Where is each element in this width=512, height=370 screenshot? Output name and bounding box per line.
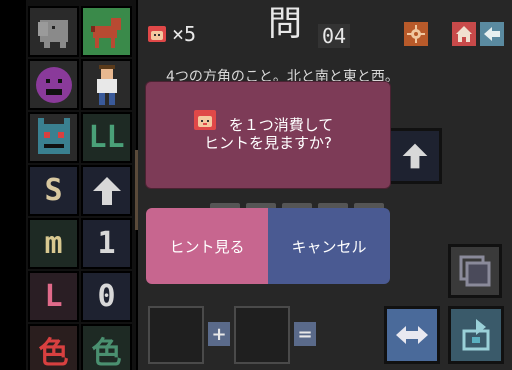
arrow-up-icon: [92, 176, 121, 205]
tile-label: 1: [97, 226, 116, 261]
person-icon: [96, 64, 117, 105]
home-icon: [456, 26, 472, 42]
tile-smiley[interactable]: [28, 59, 79, 110]
question-label: 問: [268, 4, 302, 44]
question-number: 04: [318, 24, 351, 48]
tile-monster[interactable]: [28, 112, 79, 163]
tile-label: LL: [88, 120, 125, 155]
equals-sign: =: [294, 322, 316, 346]
tile-s[interactable]: S: [28, 165, 79, 216]
dialog-line-1: を１つ消費して: [228, 116, 334, 134]
tile-1[interactable]: 1: [81, 218, 132, 269]
tile-color-red[interactable]: 色: [28, 324, 79, 370]
back-button[interactable]: [480, 22, 504, 46]
operand-slot-1[interactable]: [148, 306, 204, 364]
home-button[interactable]: [452, 22, 476, 46]
dialog-line-2: ヒントを見ますか?: [204, 134, 332, 152]
swap-button[interactable]: [384, 306, 440, 364]
tile-elephant[interactable]: [28, 6, 79, 57]
show-hint-button[interactable]: ヒント見る: [146, 208, 268, 284]
settings-button[interactable]: [404, 22, 428, 46]
answer-tile-arrow[interactable]: [388, 128, 442, 184]
operand-slot-2[interactable]: [234, 306, 290, 364]
reset-icon: [462, 319, 490, 351]
horse-icon: [90, 17, 121, 48]
arrow-up-icon: [402, 143, 428, 169]
arrow-left-icon: [484, 27, 500, 41]
hint-count: ×5: [172, 22, 197, 46]
tile-label: S: [44, 173, 63, 208]
monster-icon: [37, 117, 70, 154]
hint-dialog: を１つ消費して ヒントを見ますか?: [146, 82, 390, 188]
reset-button[interactable]: [448, 306, 504, 364]
gear-icon: [407, 25, 425, 43]
tile-m[interactable]: m: [28, 218, 79, 269]
tile-l[interactable]: L: [28, 271, 79, 322]
tile-horse[interactable]: [81, 6, 132, 57]
dialog-buttons: ヒント見る キャンセル: [146, 208, 390, 284]
tile-person[interactable]: [81, 59, 132, 110]
game-screen: LL S m 1 L 0 色 色 ×5 問 04 4つの方角のこと。北と南と東と…: [0, 0, 512, 370]
smiley-icon: [35, 66, 72, 103]
hint-ticket-icon: [148, 26, 166, 42]
tile-label: 0: [97, 279, 116, 314]
tile-label: 色: [91, 335, 122, 370]
tile-arrow-up[interactable]: [81, 165, 132, 216]
tile-0[interactable]: 0: [81, 271, 132, 322]
elephant-icon: [37, 19, 68, 48]
plus-sign: +: [208, 322, 230, 346]
tile-label: 色: [38, 335, 69, 370]
dialog-message: を１つ消費して ヒントを見ますか?: [146, 116, 390, 152]
tile-label: L: [44, 279, 63, 314]
header-bar: ×5 問 04: [138, 0, 512, 58]
tile-ll[interactable]: LL: [81, 112, 132, 163]
copy-button[interactable]: [448, 244, 502, 298]
copy-icon: [459, 255, 491, 287]
tile-color-green[interactable]: 色: [81, 324, 132, 370]
cancel-button[interactable]: キャンセル: [268, 208, 390, 284]
swap-arrows-icon: [396, 326, 428, 344]
tile-palette: LL S m 1 L 0 色 色: [26, 0, 136, 370]
tile-label: m: [44, 226, 63, 261]
